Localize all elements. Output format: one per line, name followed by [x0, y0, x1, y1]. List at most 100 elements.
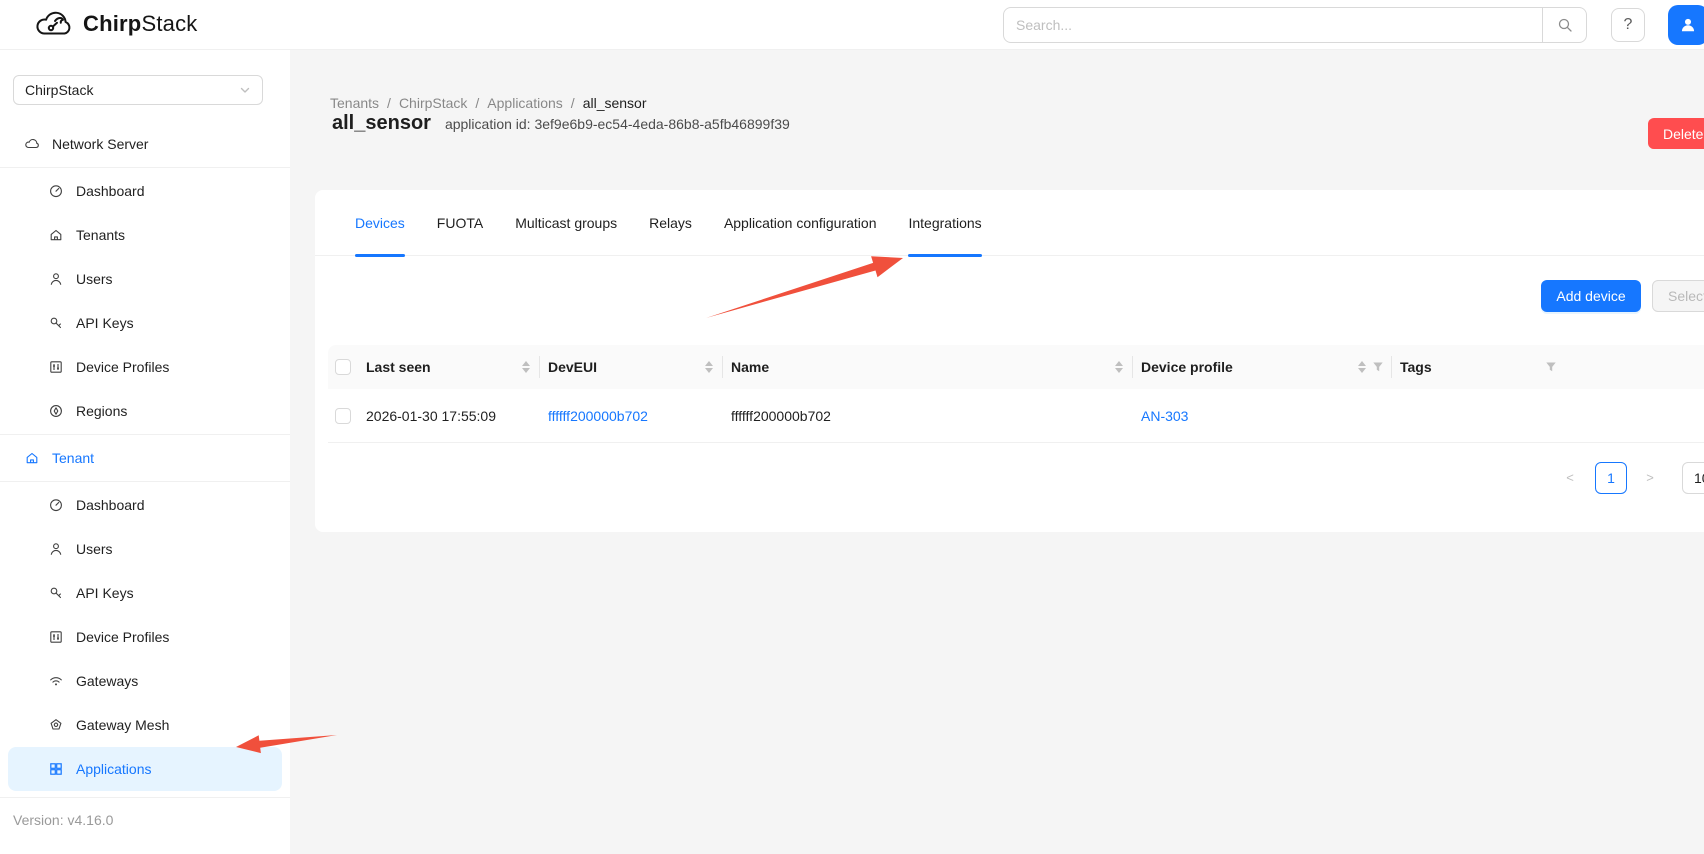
tab-integrations[interactable]: Integrations: [908, 190, 981, 256]
tab-relays[interactable]: Relays: [649, 190, 692, 256]
help-button[interactable]: ?: [1611, 8, 1645, 42]
sidebar-item-label: Gateway Mesh: [76, 717, 169, 733]
sidebar-item-label: Device Profiles: [76, 629, 169, 645]
device-profile-link[interactable]: AN-303: [1141, 408, 1188, 424]
sidebar-item-tenant-gateway-mesh[interactable]: Gateway Mesh: [0, 703, 290, 747]
sidebar-item-label: Regions: [76, 403, 127, 419]
application-id-label: application id: 3ef9e6b9-ec54-4eda-86b8-…: [445, 116, 790, 132]
sidebar-item-tenant-device-profiles[interactable]: Device Profiles: [0, 615, 290, 659]
tab-multicast-groups[interactable]: Multicast groups: [515, 190, 617, 256]
sidebar-item-ns-regions[interactable]: Regions: [0, 389, 290, 433]
content-card: Devices FUOTA Multicast groups Relays Ap…: [315, 190, 1704, 532]
sidebar-item-label: Dashboard: [76, 183, 145, 199]
sidebar-item-ns-users[interactable]: Users: [0, 257, 290, 301]
breadcrumb-applications[interactable]: Applications: [487, 95, 563, 111]
chevron-down-icon: [239, 84, 251, 96]
search-input[interactable]: [1004, 17, 1542, 33]
tab-label: FUOTA: [437, 215, 483, 231]
breadcrumb-chirpstack[interactable]: ChirpStack: [399, 95, 467, 111]
sidebar-group-network-server[interactable]: Network Server: [0, 122, 290, 166]
person-icon: [1679, 16, 1697, 34]
user-avatar-button[interactable]: [1668, 5, 1704, 45]
row-select-cell: [328, 389, 358, 442]
breadcrumb-separator: /: [475, 95, 479, 111]
sort-caret-icon[interactable]: [1358, 361, 1366, 373]
sidebar-item-tenant-users[interactable]: Users: [0, 527, 290, 571]
funnel-icon[interactable]: [1545, 361, 1557, 373]
sidebar-item-label: Dashboard: [76, 497, 145, 513]
row-checkbox[interactable]: [335, 408, 351, 424]
sidebar-group-label: Tenant: [52, 450, 94, 466]
sidebar-item-ns-tenants[interactable]: Tenants: [0, 213, 290, 257]
pagination-page-1[interactable]: 1: [1595, 462, 1627, 494]
sidebar-group-tenant[interactable]: Tenant: [0, 436, 290, 480]
tab-fuota[interactable]: FUOTA: [437, 190, 483, 256]
tab-devices[interactable]: Devices: [355, 190, 405, 256]
sidebar-divider: [0, 481, 290, 482]
cell-last-seen: 2026-01-30 17:55:09: [358, 389, 540, 442]
logo-cloud-bird-icon: [33, 8, 75, 40]
dev-eui-link[interactable]: ffffff200000b702: [548, 408, 648, 424]
select-all-cell: [328, 345, 358, 389]
sidebar-item-label: Users: [76, 541, 113, 557]
magnifier-icon: [1557, 17, 1573, 33]
control-icon: [48, 629, 64, 645]
cloud-icon: [24, 136, 40, 152]
tab-label: Relays: [649, 215, 692, 231]
pagination-next-button[interactable]: >: [1634, 462, 1666, 494]
selected-devices-button[interactable]: Selected devices: [1652, 280, 1704, 312]
pagination-prev-button[interactable]: <: [1554, 462, 1586, 494]
sidebar-menu: Network Server Dashboard Tenants: [0, 122, 290, 791]
funnel-icon[interactable]: [1372, 361, 1384, 373]
select-all-checkbox[interactable]: [335, 359, 351, 375]
sort-caret-icon[interactable]: [705, 361, 713, 373]
breadcrumb-separator: /: [571, 95, 575, 111]
sidebar-item-ns-api-keys[interactable]: API Keys: [0, 301, 290, 345]
page-size-select[interactable]: 10 / page: [1682, 462, 1704, 494]
sidebar-item-label: API Keys: [76, 585, 134, 601]
sort-caret-icon[interactable]: [1115, 361, 1123, 373]
pagination: < 1 > 10 / page: [315, 462, 1704, 494]
breadcrumb: Tenants / ChirpStack / Applications / al…: [330, 95, 647, 111]
cell-spacer: [1565, 389, 1704, 442]
tab-bar: Devices FUOTA Multicast groups Relays Ap…: [315, 190, 1704, 256]
column-header-last-seen[interactable]: Last seen: [358, 345, 540, 389]
sidebar-item-tenant-applications[interactable]: Applications: [8, 747, 282, 791]
sidebar-divider: [0, 434, 290, 435]
active-tab-indicator: [355, 254, 405, 257]
column-header-spacer: [1565, 345, 1704, 389]
column-header-device-profile[interactable]: Device profile: [1133, 345, 1392, 389]
chirpstack-logo: ChirpStack: [33, 8, 197, 40]
tab-label: Devices: [355, 215, 405, 231]
add-device-button[interactable]: Add device: [1541, 280, 1641, 312]
sidebar-item-label: Device Profiles: [76, 359, 169, 375]
sidebar-item-label: Users: [76, 271, 113, 287]
column-header-name[interactable]: Name: [723, 345, 1133, 389]
breadcrumb-tenants[interactable]: Tenants: [330, 95, 379, 111]
sidebar-item-tenant-dashboard[interactable]: Dashboard: [0, 483, 290, 527]
column-header-dev-eui[interactable]: DevEUI: [540, 345, 723, 389]
sidebar-item-tenant-api-keys[interactable]: API Keys: [0, 571, 290, 615]
page-title: all_sensor: [332, 112, 431, 135]
logo-text: ChirpStack: [83, 11, 197, 37]
global-search: [1003, 7, 1587, 43]
cell-dev-eui: ffffff200000b702: [540, 389, 723, 442]
tab-application-configuration[interactable]: Application configuration: [724, 190, 877, 256]
sort-caret-icon[interactable]: [522, 361, 530, 373]
home-icon: [24, 450, 40, 466]
column-label: Device profile: [1141, 359, 1354, 375]
column-header-tags[interactable]: Tags: [1392, 345, 1565, 389]
table-row: 2026-01-30 17:55:09 ffffff200000b702 fff…: [328, 389, 1704, 443]
column-label: Name: [731, 359, 1111, 375]
top-header: ChirpStack ?: [0, 0, 1704, 50]
sidebar-item-label: Tenants: [76, 227, 125, 243]
devices-table: Last seen DevEUI Name Device profile Tag…: [328, 345, 1704, 443]
sidebar-item-tenant-gateways[interactable]: Gateways: [0, 659, 290, 703]
search-button[interactable]: [1542, 8, 1586, 42]
sidebar-item-ns-device-profiles[interactable]: Device Profiles: [0, 345, 290, 389]
tenant-select[interactable]: ChirpStack: [13, 75, 263, 105]
sidebar-item-ns-dashboard[interactable]: Dashboard: [0, 169, 290, 213]
delete-application-button[interactable]: Delete application: [1648, 118, 1704, 149]
sidebar-item-label: Gateways: [76, 673, 138, 689]
tenant-select-value: ChirpStack: [25, 82, 93, 98]
